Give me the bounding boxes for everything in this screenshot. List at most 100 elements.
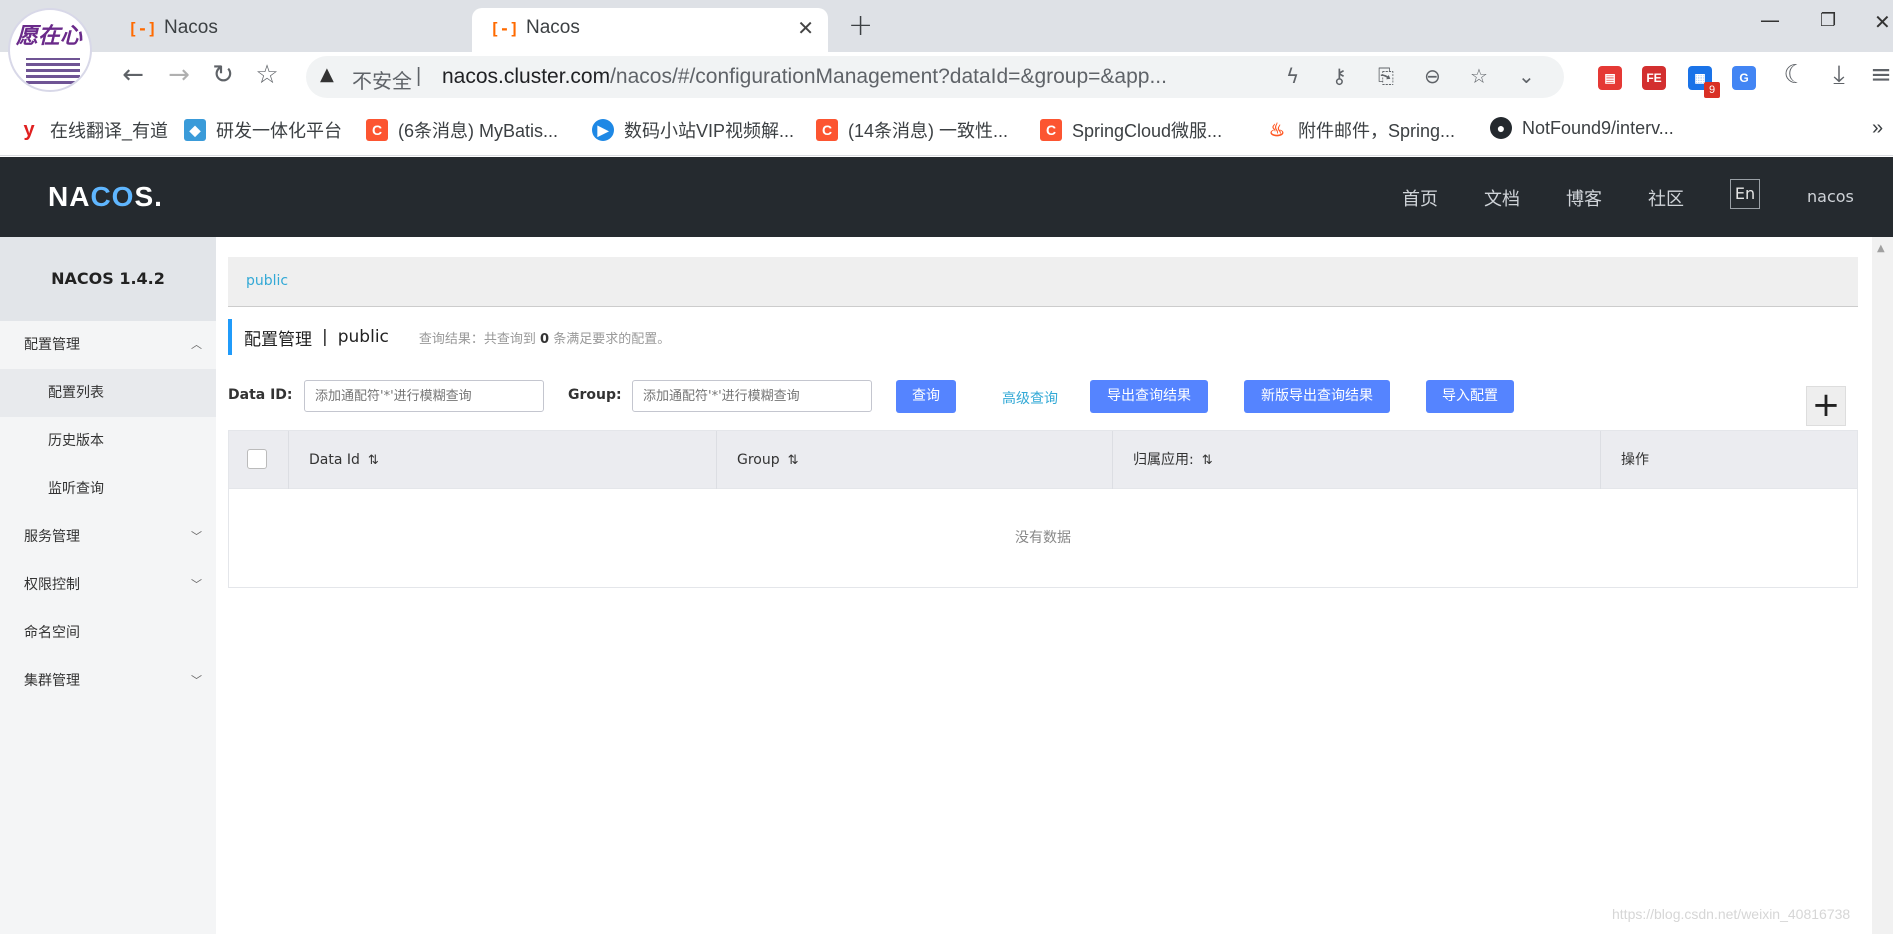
forward-icon[interactable]: → (162, 60, 196, 90)
sort-icon[interactable]: ⇅ (368, 453, 379, 468)
sidebar-item-service-management[interactable]: 服务管理 ﹀ (0, 513, 216, 561)
google-translate-icon[interactable]: G (1732, 66, 1756, 90)
cube-icon: ◆ (184, 119, 206, 141)
bookmark-label: 研发一体化平台 (216, 121, 342, 141)
bookmark-item[interactable]: ● NotFound9/interv... (1490, 117, 1674, 139)
extension-fe-icon[interactable]: FE (1642, 66, 1666, 90)
sort-icon[interactable]: ⇅ (788, 453, 799, 468)
nav-blog[interactable]: 博客 (1566, 185, 1602, 211)
lightning-icon[interactable]: ϟ (1286, 64, 1299, 88)
minimize-icon[interactable]: — (1760, 8, 1780, 32)
group-input[interactable] (632, 380, 872, 412)
sidebar-item-label: 服务管理 (24, 529, 80, 545)
chevron-up-icon: ︿ (191, 338, 202, 351)
export-button[interactable]: 导出查询结果 (1090, 380, 1208, 413)
avatar-calligraphy: 愿在心 (16, 23, 83, 49)
restore-icon[interactable]: ❐ (1820, 10, 1836, 31)
language-toggle[interactable]: En (1730, 179, 1760, 209)
new-tab-button[interactable]: + (848, 8, 873, 43)
page-scrollbar[interactable]: ▲ (1872, 237, 1893, 934)
nav-docs[interactable]: 文档 (1484, 185, 1520, 211)
close-window-icon[interactable]: ✕ (1874, 10, 1891, 34)
nav-community[interactable]: 社区 (1648, 185, 1684, 211)
browser-tab-1[interactable]: [-] Nacos (110, 8, 470, 52)
page-title: 配置管理 | public 查询结果：共查询到 0 条满足要求的配置。 (228, 319, 670, 355)
address-bar[interactable]: ▲ 不安全 | nacos.cluster.com/nacos/#/config… (306, 56, 1564, 98)
bookmark-item[interactable]: C SpringCloud微服... (1040, 117, 1222, 143)
sidebar-item-config-management[interactable]: 配置管理 ︿ (0, 321, 216, 369)
bookmark-star-icon[interactable]: ☆ (250, 60, 284, 90)
result-suffix: 条满足要求的配置。 (553, 331, 671, 347)
chevron-down-icon[interactable]: ⌄ (1518, 64, 1535, 88)
back-icon[interactable]: ← (116, 60, 150, 90)
bookmark-item[interactable]: C (6条消息) MyBatis... (366, 117, 558, 143)
select-all-checkbox[interactable] (247, 449, 267, 469)
scroll-up-icon[interactable]: ▲ (1877, 243, 1885, 254)
bookmark-item[interactable]: ◆ 研发一体化平台 (184, 117, 342, 143)
bookmark-label: 数码小站VIP视频解... (624, 121, 795, 141)
bookmark-item[interactable]: ▶ 数码小站VIP视频解... (592, 117, 794, 143)
menu-icon[interactable]: ≡ (1864, 60, 1893, 90)
page-namespace: public (337, 327, 389, 347)
browser-tab-2[interactable]: [-] Nacos ✕ (472, 8, 828, 52)
download-icon[interactable]: ⤓ (1822, 60, 1856, 91)
sidebar-item-access-control[interactable]: 权限控制 ﹀ (0, 561, 216, 609)
page-title-text: 配置管理 (244, 329, 312, 350)
warning-icon: ▲ (320, 64, 334, 85)
avatar-pattern (26, 58, 80, 84)
bookmark-label: (6条消息) MyBatis... (398, 121, 559, 141)
key-icon[interactable]: ⚷ (1332, 64, 1347, 88)
chevron-down-icon: ﹀ (191, 578, 202, 591)
user-menu[interactable]: nacos (1807, 187, 1854, 206)
bookmark-icon[interactable]: ☆ (1470, 64, 1488, 88)
translate-icon[interactable]: ⎘ (1378, 64, 1394, 88)
column-label: Data Id (309, 452, 360, 468)
namespace-tab-public[interactable]: public (246, 273, 288, 289)
bookmark-item[interactable]: C (14条消息) 一致性... (816, 117, 1008, 143)
browser-tab-strip: [-] Nacos [-] Nacos ✕ + — ❐ ✕ (0, 0, 1893, 52)
import-config-button[interactable]: 导入配置 (1426, 380, 1514, 413)
column-app[interactable]: 归属应用: ⇅ (1113, 431, 1601, 489)
advanced-query-link[interactable]: 高级查询 (1002, 388, 1058, 408)
sidebar-item-label: 监听查询 (48, 481, 104, 497)
bookmark-label: (14条消息) 一致性... (848, 121, 1009, 141)
main-content: public 配置管理 | public 查询结果：共查询到 0 条满足要求的配… (216, 237, 1893, 934)
extension-box-icon[interactable]: ▤ (1598, 66, 1622, 90)
select-all-cell (229, 431, 289, 489)
bookmark-label: 附件邮件，Spring... (1298, 121, 1456, 141)
tab-close-icon[interactable]: ✕ (797, 16, 814, 40)
csdn-icon: C (1040, 119, 1062, 141)
bookmark-item[interactable]: y 在线翻译_有道 (18, 117, 168, 143)
column-data-id[interactable]: Data Id ⇅ (289, 431, 717, 489)
sidebar-item-label: 配置管理 (24, 337, 80, 353)
security-label: 不安全 (352, 71, 412, 93)
add-config-button[interactable]: + (1806, 386, 1846, 426)
sidebar-item-listener-query[interactable]: 监听查询 (0, 465, 216, 513)
sidebar-item-label: 历史版本 (48, 433, 104, 449)
url-text: nacos.cluster.com/nacos/#/configurationM… (442, 65, 1167, 89)
nacos-logo[interactable]: NACOS. (48, 181, 163, 213)
sidebar-item-namespace[interactable]: 命名空间 (0, 609, 216, 657)
sidebar-item-history[interactable]: 历史版本 (0, 417, 216, 465)
export-new-button[interactable]: 新版导出查询结果 (1244, 380, 1390, 413)
reload-icon[interactable]: ↻ (206, 60, 240, 90)
bookmark-item[interactable]: ♨ 附件邮件，Spring... (1266, 117, 1455, 143)
nav-home[interactable]: 首页 (1402, 185, 1438, 211)
sidebar-item-config-list[interactable]: 配置列表 (0, 369, 216, 417)
youdao-icon: y (23, 119, 35, 141)
query-button[interactable]: 查询 (896, 380, 956, 413)
extension-badge: 9 (1704, 82, 1720, 98)
nacos-header: NACOS. 首页 文档 博客 社区 En nacos (0, 157, 1893, 237)
sort-icon[interactable]: ⇅ (1202, 453, 1213, 468)
column-group[interactable]: Group ⇅ (717, 431, 1113, 489)
address-divider: | (416, 65, 422, 87)
dark-mode-icon[interactable]: ☾ (1778, 60, 1812, 90)
sidebar-item-cluster-management[interactable]: 集群管理 ﹀ (0, 657, 216, 705)
column-label: 归属应用: (1133, 452, 1194, 468)
bookmarks-more-icon[interactable]: » (1872, 117, 1883, 140)
profile-avatar[interactable]: 愿在心 (8, 8, 92, 92)
data-id-input[interactable] (304, 380, 544, 412)
sidebar-item-label: 权限控制 (24, 577, 80, 593)
zoom-out-icon[interactable]: ⊖ (1424, 64, 1441, 88)
tab-title: Nacos (164, 17, 218, 38)
